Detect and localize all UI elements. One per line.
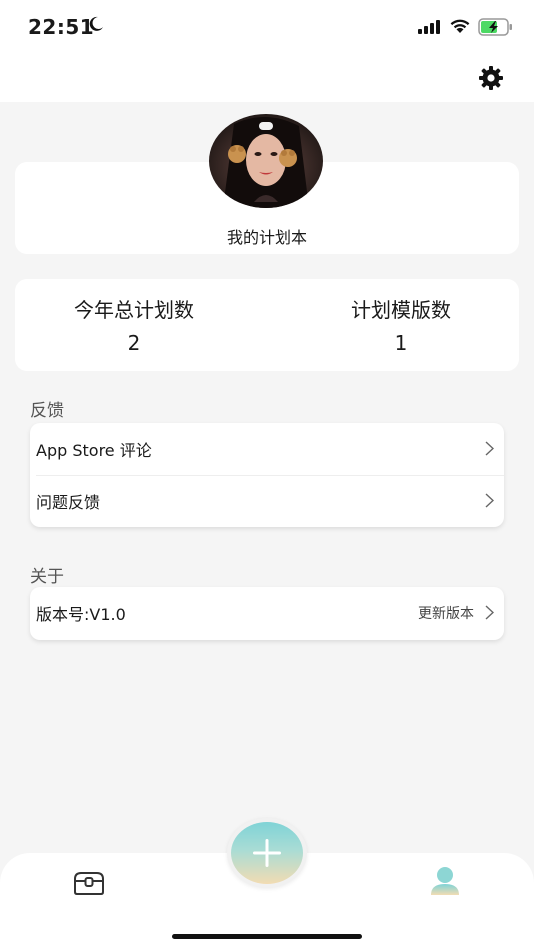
home-indicator xyxy=(172,934,362,939)
status-time: 22:51 xyxy=(28,15,95,39)
app-store-review-row[interactable]: App Store 评论 xyxy=(30,423,504,475)
issue-feedback-label: 问题反馈 xyxy=(36,493,101,512)
signal-icon xyxy=(418,20,440,34)
feedback-group: App Store 评论 问题反馈 xyxy=(30,423,504,527)
treasure-box-icon[interactable] xyxy=(72,870,106,896)
status-bar: 22:51 xyxy=(0,0,534,54)
issue-feedback-row[interactable]: 问题反馈 xyxy=(30,475,504,527)
stats-card xyxy=(15,279,519,371)
feedback-section-title: 反馈 xyxy=(30,401,64,421)
annual-plans-value: 2 xyxy=(127,331,141,355)
wifi-icon xyxy=(450,19,470,33)
add-plan-button[interactable] xyxy=(231,822,303,884)
chevron-right-icon xyxy=(485,605,494,620)
moon-icon xyxy=(89,16,103,31)
battery-icon xyxy=(478,18,512,36)
chevron-right-icon xyxy=(485,441,494,456)
templates-value: 1 xyxy=(394,331,408,355)
nav-bar xyxy=(0,54,534,102)
plan-name: 我的计划本 xyxy=(226,228,307,247)
chevron-right-icon xyxy=(485,493,494,508)
avatar[interactable] xyxy=(209,114,323,208)
update-version-link[interactable]: 更新版本 xyxy=(418,603,474,623)
annual-plans-label: 今年总计划数 xyxy=(74,298,194,322)
templates-label: 计划模版数 xyxy=(351,298,451,322)
plus-icon xyxy=(253,839,281,867)
gear-icon[interactable] xyxy=(478,65,504,91)
user-icon[interactable] xyxy=(428,866,462,896)
about-group: 版本号:V1.0 更新版本 xyxy=(30,587,504,640)
app-store-review-label: App Store 评论 xyxy=(36,441,152,460)
version-label: 版本号:V1.0 xyxy=(36,605,126,624)
version-row[interactable]: 版本号:V1.0 更新版本 xyxy=(30,587,504,640)
about-section-title: 关于 xyxy=(30,567,64,587)
